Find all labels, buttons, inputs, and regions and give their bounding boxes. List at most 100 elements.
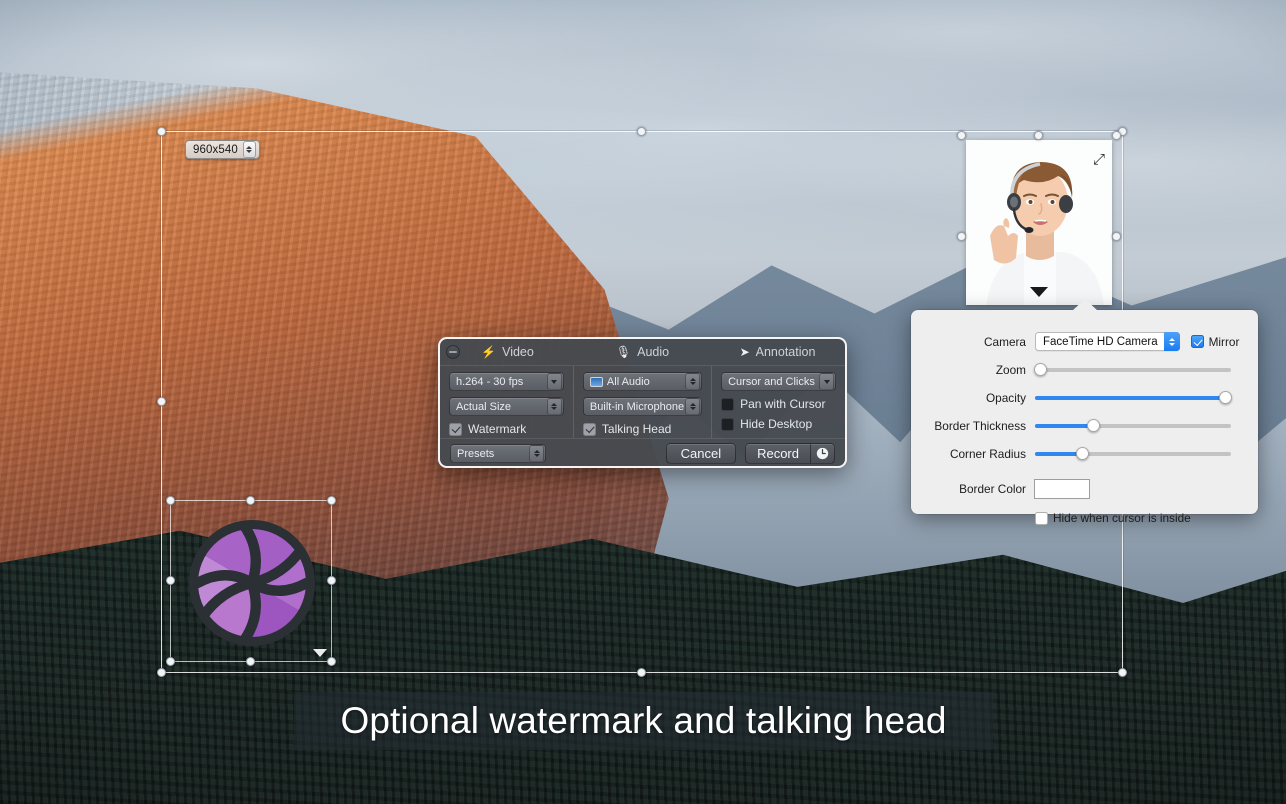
watermark-object[interactable] [170, 500, 332, 662]
talking-head-checkbox[interactable]: Talking Head [583, 422, 702, 436]
th-handle-top-right[interactable] [1112, 131, 1121, 140]
camera-row: Camera FaceTime HD Camera Mirror [911, 331, 1244, 352]
video-size-select[interactable]: Actual Size [449, 397, 564, 416]
section-header-annotation: ➤ Annotation [710, 339, 845, 365]
audio-input-select[interactable]: Built-in Microphone [583, 397, 702, 416]
th-handle-bottom-left[interactable] [957, 232, 966, 241]
talking-head-label: Talking Head [602, 422, 671, 436]
watermark-handle-top-left[interactable] [166, 496, 175, 505]
cursor-mode-select[interactable]: Cursor and Clicks [721, 372, 836, 391]
codec-value: h.264 - 30 fps [456, 376, 546, 388]
mirror-checkbox[interactable]: Mirror [1191, 335, 1240, 349]
opacity-slider[interactable] [1035, 391, 1231, 404]
minimize-icon[interactable] [446, 345, 460, 359]
slider-knob[interactable] [1219, 391, 1232, 404]
empty-checkbox-icon [1035, 512, 1048, 525]
th-handle-top-center[interactable] [1034, 131, 1043, 140]
cancel-button[interactable]: Cancel [666, 443, 736, 464]
toolbar-footer: Presets Cancel Record [440, 438, 845, 468]
recorder-toolbar: ⚡ Video 🎙 Audio ➤ Annotation h.264 - 30 … [438, 337, 847, 468]
pan-with-cursor-checkbox[interactable]: Pan with Cursor [721, 397, 836, 411]
slider-knob[interactable] [1087, 419, 1100, 432]
hide-desktop-label: Hide Desktop [740, 417, 812, 431]
chevron-down-icon[interactable] [547, 373, 562, 390]
audio-column: All Audio Built-in Microphone Talking He… [573, 366, 711, 438]
watermark-handle-top-center[interactable] [246, 496, 255, 505]
corner-radius-slider[interactable] [1035, 447, 1231, 460]
stepper-updown-icon[interactable] [685, 373, 700, 390]
video-size-value: Actual Size [456, 401, 546, 413]
lightning-bolt-icon: ⚡ [481, 346, 496, 358]
hide-when-cursor-checkbox[interactable]: Hide when cursor is inside [1035, 511, 1191, 525]
record-button[interactable]: Record [746, 444, 810, 463]
watermark-handle-bottom-right[interactable] [327, 657, 336, 666]
empty-checkbox-icon [721, 418, 734, 431]
border-thickness-slider[interactable] [1035, 419, 1231, 432]
triangle-down-icon[interactable] [313, 649, 327, 657]
resize-handle-bottom-right[interactable] [1118, 668, 1127, 677]
opacity-row: Opacity [911, 387, 1244, 408]
section-label-video: Video [502, 345, 534, 359]
hide-when-cursor-label: Hide when cursor is inside [1053, 511, 1191, 525]
clock-glyph [816, 447, 829, 460]
watermark-handle-bottom-center[interactable] [246, 657, 255, 666]
resize-handle-top-left[interactable] [157, 127, 166, 136]
camera-settings-popover: Camera FaceTime HD Camera Mirror Zoom [911, 310, 1258, 514]
zoom-label: Zoom [911, 363, 1035, 377]
cursor-mode-value: Cursor and Clicks [728, 376, 818, 388]
camera-label: Camera [911, 335, 1035, 349]
stepper-updown-icon[interactable] [685, 398, 700, 415]
camera-select[interactable]: FaceTime HD Camera [1035, 332, 1180, 351]
pan-with-cursor-label: Pan with Cursor [740, 397, 825, 411]
talking-head-selection[interactable] [962, 136, 1116, 236]
slider-fill [1035, 424, 1094, 428]
border-color-row: Border Color [911, 476, 1244, 502]
section-label-annotation: Annotation [756, 345, 816, 359]
stepper-updown-icon[interactable] [529, 445, 544, 462]
capture-size-value: 960x540 [193, 144, 238, 156]
chevron-down-icon[interactable] [819, 373, 834, 390]
opacity-label: Opacity [911, 391, 1035, 405]
corner-radius-row: Corner Radius [911, 443, 1244, 464]
resize-handle-top-center[interactable] [637, 127, 646, 136]
border-color-swatch[interactable] [1035, 480, 1089, 498]
annotation-column: Cursor and Clicks Pan with Cursor Hide D… [711, 366, 845, 438]
slider-fill [1035, 452, 1082, 456]
zoom-slider[interactable] [1035, 363, 1231, 376]
watermark-handle-top-right[interactable] [327, 496, 336, 505]
capture-size-badge[interactable]: 960x540 [185, 140, 260, 159]
microphone-icon: 🎙 [616, 346, 631, 358]
th-handle-bottom-right[interactable] [1112, 232, 1121, 241]
resize-handle-middle-left[interactable] [157, 397, 166, 406]
display-audio-icon [590, 377, 603, 387]
corner-radius-label: Corner Radius [911, 447, 1035, 461]
watermark-checkbox[interactable]: Watermark [449, 422, 564, 436]
stepper-updown-icon[interactable] [547, 398, 562, 415]
checkmark-icon [449, 423, 462, 436]
watermark-handle-middle-right[interactable] [327, 576, 336, 585]
border-thickness-label: Border Thickness [911, 419, 1035, 433]
resize-handle-bottom-center[interactable] [637, 668, 646, 677]
slider-track [1035, 368, 1231, 372]
clock-icon[interactable] [810, 444, 834, 463]
watermark-handle-middle-left[interactable] [166, 576, 175, 585]
audio-source-select[interactable]: All Audio [583, 372, 702, 391]
slider-fill [1035, 396, 1225, 400]
presets-select[interactable]: Presets [450, 444, 546, 463]
hide-desktop-checkbox[interactable]: Hide Desktop [721, 417, 836, 431]
checkmark-icon [583, 423, 596, 436]
resize-handle-bottom-left[interactable] [157, 668, 166, 677]
audio-input-value: Built-in Microphone [590, 401, 684, 413]
slider-knob[interactable] [1034, 363, 1047, 376]
th-handle-top-left[interactable] [957, 131, 966, 140]
codec-select[interactable]: h.264 - 30 fps [449, 372, 564, 391]
triangle-down-icon[interactable] [1030, 287, 1048, 297]
camera-select-value: FaceTime HD Camera [1043, 336, 1164, 348]
blue-stepper-icon[interactable] [1164, 332, 1180, 351]
empty-checkbox-icon [721, 398, 734, 411]
aperture-shutter-logo [187, 518, 317, 648]
section-header-video: ⚡ Video [440, 339, 575, 365]
stepper-updown-icon[interactable] [243, 141, 256, 158]
slider-knob[interactable] [1076, 447, 1089, 460]
watermark-handle-bottom-left[interactable] [166, 657, 175, 666]
